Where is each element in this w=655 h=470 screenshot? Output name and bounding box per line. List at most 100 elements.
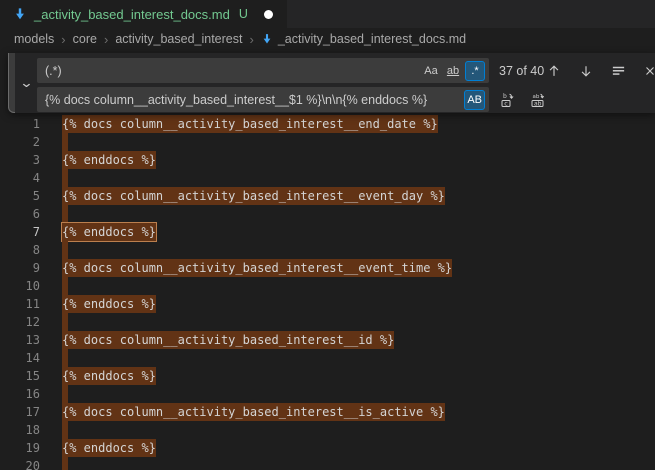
svg-text:c: c [504, 99, 508, 107]
line-number[interactable]: 9 [0, 259, 40, 277]
whole-word-toggle[interactable]: ab [443, 61, 463, 81]
line-number[interactable]: 18 [0, 421, 40, 439]
replace-input[interactable]: {% docs column__activity_based_interest_… [37, 87, 489, 112]
code-line[interactable]: 19 {% enddocs %} [0, 439, 655, 457]
empty-line-find-match [62, 349, 68, 367]
find-widget-resize-sash[interactable] [8, 53, 15, 113]
line-number[interactable]: 6 [0, 205, 40, 223]
empty-line-find-match [62, 241, 68, 259]
line-text: {% docs column__activity_based_interest_… [62, 403, 445, 421]
empty-line-find-match [62, 421, 68, 439]
replace-input-value: {% docs column__activity_based_interest_… [45, 93, 460, 107]
find-in-selection-icon[interactable] [608, 61, 628, 81]
line-number[interactable]: 19 [0, 439, 40, 457]
replace-all-button[interactable]: ab ab [528, 90, 548, 110]
line-number[interactable]: 16 [0, 385, 40, 403]
line-number[interactable]: 12 [0, 313, 40, 331]
empty-line-find-match [62, 133, 68, 151]
line-number[interactable]: 3 [0, 151, 40, 169]
replace-row: {% docs column__activity_based_interest_… [37, 87, 655, 112]
breadcrumb-item-models[interactable]: models [14, 32, 54, 46]
code-line[interactable]: 3 {% enddocs %} [0, 151, 655, 169]
code-line[interactable]: 14 [0, 349, 655, 367]
close-icon[interactable] [640, 61, 655, 81]
code-line[interactable]: 12 [0, 313, 655, 331]
find-input[interactable]: (.*) Aa ab .* [37, 58, 489, 83]
code-line[interactable]: 13 {% docs column__activity_based_interes… [0, 331, 655, 349]
line-number[interactable]: 10 [0, 277, 40, 295]
code-line[interactable]: 18 [0, 421, 655, 439]
line-number[interactable]: 20 [0, 457, 40, 470]
line-text: {% docs column__activity_based_interest_… [62, 331, 394, 349]
empty-line-find-match [62, 457, 68, 470]
line-number[interactable]: 11 [0, 295, 40, 313]
chevron-right-icon: › [60, 32, 66, 47]
toggle-replace-chevron-down-icon[interactable]: ⌄ [19, 75, 33, 91]
replace-button[interactable]: b c [498, 90, 518, 110]
line-number[interactable]: 5 [0, 187, 40, 205]
find-widget: ⌄ (.*) Aa ab .* 37 of 40 [8, 53, 655, 113]
code-line[interactable]: 7 {% enddocs %} [0, 223, 655, 241]
empty-line-find-match [62, 205, 68, 223]
editor-pane[interactable]: 1 {% docs column__activity_based_interest… [0, 50, 655, 470]
find-match: {% enddocs %} [62, 439, 156, 457]
line-number[interactable]: 4 [0, 169, 40, 187]
code-line[interactable]: 8 [0, 241, 655, 259]
code-line[interactable]: 6 [0, 205, 655, 223]
line-text [62, 349, 68, 367]
line-text [62, 421, 68, 439]
line-number[interactable]: 17 [0, 403, 40, 421]
breadcrumb-item-file[interactable]: _activity_based_interest_docs.md [278, 32, 466, 46]
match-case-toggle[interactable]: Aa [421, 61, 441, 81]
breadcrumb-item-folder[interactable]: activity_based_interest [115, 32, 242, 46]
code-line[interactable]: 4 [0, 169, 655, 187]
line-number[interactable]: 8 [0, 241, 40, 259]
line-text [62, 457, 68, 470]
regex-toggle[interactable]: .* [465, 61, 485, 81]
line-text: {% enddocs %} [62, 223, 156, 241]
line-number[interactable]: 13 [0, 331, 40, 349]
code-line[interactable]: 1 {% docs column__activity_based_interest… [0, 115, 655, 133]
code-line[interactable]: 15 {% enddocs %} [0, 367, 655, 385]
line-text: {% enddocs %} [62, 295, 156, 313]
chevron-right-icon: › [248, 32, 254, 47]
line-text: {% enddocs %} [62, 367, 156, 385]
empty-line-find-match [62, 169, 68, 187]
line-number[interactable]: 2 [0, 133, 40, 151]
match-count: 37 of 40 [499, 64, 544, 78]
git-status-badge: U [239, 7, 248, 21]
editor-tab[interactable]: _activity_based_interest_docs.md U [0, 0, 287, 28]
markdown-file-icon [13, 7, 27, 21]
line-text: {% docs column__activity_based_interest_… [62, 115, 438, 133]
markdown-file-icon [261, 33, 273, 45]
line-text [62, 133, 68, 151]
next-match-button[interactable] [576, 61, 596, 81]
find-match: {% docs column__activity_based_interest_… [62, 331, 394, 349]
find-match: {% enddocs %} [62, 295, 156, 313]
current-find-match: {% enddocs %} [62, 223, 156, 241]
breadcrumb: models › core › activity_based_interest … [0, 28, 655, 50]
code-line[interactable]: 16 [0, 385, 655, 403]
line-number[interactable]: 7 [0, 223, 40, 241]
breadcrumb-item-core[interactable]: core [73, 32, 97, 46]
line-number[interactable]: 15 [0, 367, 40, 385]
preserve-case-toggle[interactable]: AB [464, 90, 485, 110]
line-number[interactable]: 14 [0, 349, 40, 367]
code-line[interactable]: 5{% docs column__activity_based_interest… [0, 187, 655, 205]
line-number[interactable]: 1 [0, 115, 40, 133]
code-line[interactable]: 20 [0, 457, 655, 470]
line-text: {% enddocs %} [62, 439, 156, 457]
code-line[interactable]: 10 [0, 277, 655, 295]
line-text [62, 169, 68, 187]
tab-bar: _activity_based_interest_docs.md U [0, 0, 655, 28]
previous-match-button[interactable] [544, 61, 564, 81]
code-line[interactable]: 17 {% docs column__activity_based_interes… [0, 403, 655, 421]
code-line[interactable]: 9 {% docs column__activity_based_interest… [0, 259, 655, 277]
code-line[interactable]: 11 {% enddocs %} [0, 295, 655, 313]
find-match: {% enddocs %} [62, 151, 156, 169]
empty-line-find-match [62, 313, 68, 331]
code-line[interactable]: 2 [0, 133, 655, 151]
find-match: {% docs column__activity_based_interest_… [62, 259, 452, 277]
unsaved-dot-icon[interactable] [264, 10, 273, 19]
line-text [62, 313, 68, 331]
